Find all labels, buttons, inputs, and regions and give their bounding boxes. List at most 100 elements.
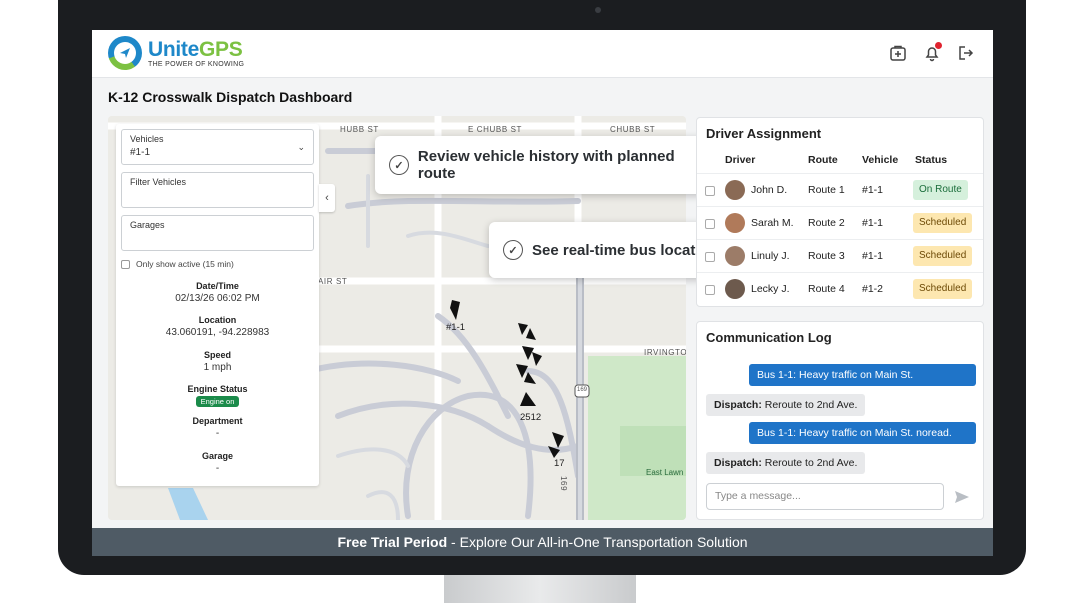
datetime-label: Date/Time [196,281,239,291]
vehicle-id: #1-1 [862,250,884,262]
callout-history: ✓ Review vehicle history with planned ro… [375,136,729,194]
top-bar: UniteGPS THE POWER OF KNOWING [92,30,993,78]
garages-label: Garages [130,220,165,230]
notification-bell-icon[interactable] [923,42,942,62]
status-badge: On Route [913,180,968,200]
chevron-down-icon: ⌄ [297,142,305,152]
brand-logo[interactable]: UniteGPS THE POWER OF KNOWING [108,36,244,70]
street-label: E CHUBB ST [468,125,523,134]
street-label: IRVINGTON [644,348,686,357]
speed-info: Speed 1 mph [116,350,319,373]
row-checkbox[interactable] [705,219,715,229]
route-shield-label: 169 [577,387,588,393]
driver-assignment-card: Driver Assignment Driver Route Vehicle S… [696,117,984,307]
message-text: Reroute to 2nd Ave. [761,457,858,469]
add-vehicle-icon[interactable] [889,44,907,62]
table-row[interactable]: Linuly J. Route 3 #1-1 Scheduled [697,239,983,272]
monitor-stand [444,572,636,603]
table-row[interactable]: Sarah M. Route 2 #1-1 Scheduled [697,206,983,239]
vehicle-panel: Vehicles #1-1 ⌄ Filter Vehicles Garages … [116,124,319,486]
filter-vehicles-label: Filter Vehicles [130,177,187,187]
engine-info: Engine Status Engine on [116,384,319,407]
check-circle-icon: ✓ [389,155,409,175]
row-checkbox[interactable] [705,285,715,295]
communication-log-title: Communication Log [706,330,832,345]
street-label: CHUBB ST [610,125,656,134]
street-label: AIR ST [318,277,348,286]
message-text: Reroute to 2nd Ave. [761,399,858,411]
driver-name: John D. [751,184,788,196]
status-badge: Scheduled [913,246,973,266]
checkbox-icon[interactable] [121,259,130,269]
status-badge: Scheduled [913,279,973,299]
brand-tagline: THE POWER OF KNOWING [148,60,245,68]
route-name: Route 4 [808,283,845,295]
datetime-info: Date/Time 02/13/26 06:02 PM [116,281,319,304]
page-title: K-12 Crosswalk Dispatch Dashboard [108,89,353,105]
garages-select[interactable]: Garages [121,215,314,251]
park-label: East Lawn [646,468,684,477]
callout-realtime-text: See real-time bus location [532,241,718,259]
driver-name: Sarah M. [751,217,794,229]
route-name: Route 1 [808,184,845,196]
speed-value: 1 mph [203,362,232,373]
bus-marker-label[interactable]: 2512 [520,412,541,423]
garage-value: - [215,463,220,474]
message-sender: Dispatch: [714,457,762,469]
footer-bold-text: Free Trial Period [337,534,448,550]
check-circle-icon: ✓ [503,240,523,260]
avatar [725,180,745,200]
bus-marker-label[interactable]: 17 [554,458,565,469]
driver-name: Linuly J. [751,250,790,262]
only-active-checkbox[interactable]: Only show active (15 min) [121,259,234,269]
message-incoming: Dispatch: Reroute to 2nd Ave. [706,452,866,474]
location-info: Location 43.060191, -94.228983 [116,315,319,338]
engine-status-badge: Engine on [195,396,240,407]
camera-icon [595,7,601,13]
message-input[interactable]: Type a message... [706,483,944,510]
department-value: - [215,428,220,439]
stage: UniteGPS THE POWER OF KNOWING K-12 Cross… [0,0,1080,603]
only-active-label: Only show active (15 min) [136,259,234,269]
row-checkbox[interactable] [705,252,715,262]
table-row[interactable]: Lecky J. Route 4 #1-2 Scheduled [697,272,983,305]
app-screen: UniteGPS THE POWER OF KNOWING K-12 Cross… [92,30,993,556]
notification-dot [935,42,942,49]
communication-log-card: Communication Log Bus 1-1: Heavy traffic… [696,321,984,520]
route-name: Route 3 [808,250,845,262]
bus-marker-label[interactable]: #1-1 [446,322,465,333]
message-incoming: Dispatch: Reroute to 2nd Ave. [706,394,866,416]
row-checkbox[interactable] [705,186,715,196]
logo-icon [108,36,142,70]
garage-label: Garage [201,451,234,461]
driver-name: Lecky J. [751,283,790,295]
filter-vehicles-input[interactable]: Filter Vehicles [121,172,314,208]
column-header-vehicle: Vehicle [862,154,899,166]
collapse-panel-button[interactable]: ‹ [319,184,335,212]
garage-info: Garage - [116,451,319,474]
promo-footer: Free Trial Period - Explore Our All-in-O… [92,528,993,556]
message-sender: Dispatch: [714,399,762,411]
vehicle-id: #1-1 [862,184,884,196]
chevron-left-icon: ‹ [325,192,329,204]
table-row[interactable]: John D. Route 1 #1-1 On Route [697,173,983,206]
column-header-route: Route [808,154,838,166]
street-label: HUBB ST [340,125,379,134]
brand-name: UniteGPS [148,37,243,61]
location-label: Location [198,315,237,325]
driver-assignment-title: Driver Assignment [706,126,822,141]
send-icon[interactable] [954,489,970,505]
avatar [725,279,745,299]
status-badge: Scheduled [913,213,973,233]
vehicles-value: #1-1 [130,147,151,158]
logout-icon[interactable] [957,44,975,62]
message-outgoing: Bus 1-1: Heavy traffic on Main St. norea… [749,422,976,444]
vehicles-select[interactable]: Vehicles #1-1 ⌄ [121,129,314,165]
speed-label: Speed [203,350,231,360]
datetime-value: 02/13/26 06:02 PM [175,293,260,304]
top-actions [889,42,975,62]
message-outgoing: Bus 1-1: Heavy traffic on Main St. [749,364,976,386]
vehicle-id: #1-2 [862,283,884,295]
route-name: Route 2 [808,217,845,229]
location-value: 43.060191, -94.228983 [165,327,270,338]
